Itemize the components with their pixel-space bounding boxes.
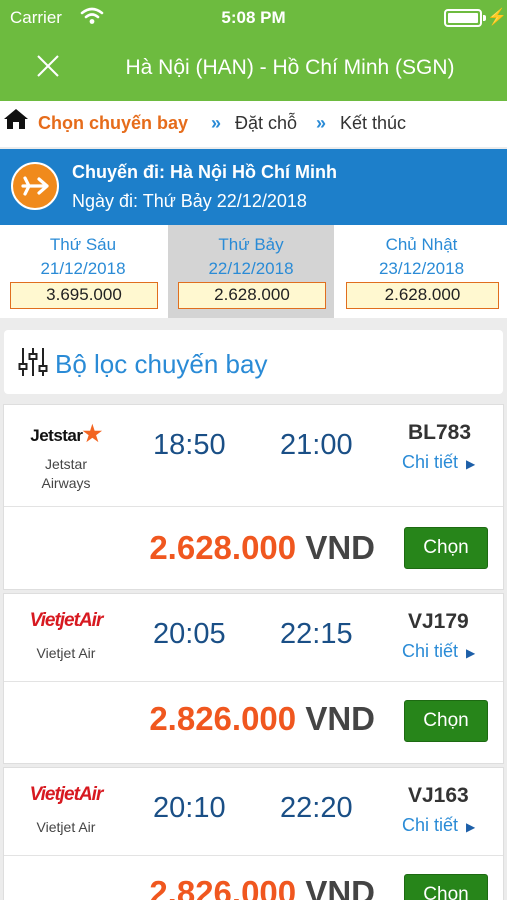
charging-icon: ⚡	[487, 9, 507, 26]
star-icon: ★	[82, 421, 103, 446]
close-icon	[37, 55, 59, 77]
airline-logo: VietjetAir	[29, 784, 104, 805]
card-divider	[4, 681, 503, 682]
day-name: Chủ Nhật	[385, 235, 458, 254]
day-price: 2.628.000	[178, 282, 326, 309]
close-button[interactable]	[30, 50, 66, 86]
page-title: Hà Nội (HAN) - Hồ Chí Minh (SGN)	[125, 56, 455, 79]
departure-time: 18:50	[153, 429, 226, 461]
day-name: Thứ Bảy	[218, 235, 284, 254]
triangle-right-icon: ▶	[466, 820, 476, 834]
departure-time: 20:05	[153, 618, 226, 650]
price-currency: VND	[305, 874, 375, 900]
arrival-time: 22:20	[280, 792, 353, 824]
airline-name: Vietjet Air	[36, 819, 96, 835]
trip-date: Ngày đi: Thứ Bảy 22/12/2018	[72, 191, 307, 211]
airline-logo: VietjetAir	[29, 610, 104, 631]
filter-sliders-icon	[18, 346, 48, 383]
arrival-time: 22:15	[280, 618, 353, 650]
status-time: 5:08 PM	[221, 8, 286, 27]
airline-logo-text: Jetstar	[30, 426, 83, 445]
flight-card: VietjetAir Vietjet Air 20:10 22:20 VJ163…	[3, 767, 504, 900]
flight-price: 2.628.000 VND	[149, 529, 375, 567]
flight-detail-link[interactable]: Chi tiết ▶	[402, 815, 475, 836]
status-bar: Carrier 5:08 PM ⚡	[0, 0, 507, 36]
battery-icon	[444, 9, 486, 27]
day-option-friday[interactable]: Thứ Sáu 21/12/2018 3.695.000	[0, 225, 166, 318]
flight-card: VietjetAir Vietjet Air 20:05 22:15 VJ179…	[3, 593, 504, 764]
card-divider	[4, 506, 503, 507]
day-date: 23/12/2018	[378, 259, 465, 278]
day-option-sunday[interactable]: Chủ Nhật 23/12/2018 2.628.000	[336, 225, 507, 318]
breadcrumb-chevron-icon: »	[316, 113, 327, 133]
app-header: Carrier 5:08 PM ⚡ Hà Nội (HAN) - Hồ Chí …	[0, 0, 507, 101]
filter-label: Bộ lọc chuyến bay	[55, 349, 268, 379]
price-amount: 2.826.000	[149, 874, 297, 900]
flight-detail-link[interactable]: Chi tiết ▶	[402, 452, 475, 473]
detail-label: Chi tiết	[402, 641, 459, 661]
breadcrumb-chevron-icon: »	[211, 113, 222, 133]
choose-flight-button[interactable]: Chọn	[404, 874, 488, 900]
breadcrumb-step-select-flight: Chọn chuyến bay	[38, 113, 189, 133]
flight-code: VJ163	[408, 784, 469, 807]
plane-icon	[11, 162, 59, 210]
airline-name: Vietjet Air	[36, 645, 96, 661]
card-divider	[4, 855, 503, 856]
airline-logo: Jetstar★	[18, 421, 114, 447]
day-price: 2.628.000	[346, 282, 499, 309]
flight-price: 2.826.000 VND	[149, 874, 375, 900]
breadcrumb: Chọn chuyến bay » Đặt chỗ » Kết thúc	[0, 101, 507, 147]
trip-route: Chuyến đi: Hà Nội Hồ Chí Minh	[72, 162, 337, 182]
trip-info-bar: Chuyến đi: Hà Nội Hồ Chí Minh Ngày đi: T…	[0, 149, 507, 225]
price-amount: 2.826.000	[149, 700, 297, 737]
day-name: Thứ Sáu	[49, 235, 117, 254]
arrival-time: 21:00	[280, 429, 353, 461]
breadcrumb-step-booking: Đặt chỗ	[235, 113, 298, 133]
flight-code: BL783	[408, 421, 472, 444]
day-price: 3.695.000	[10, 282, 158, 309]
flight-detail-link[interactable]: Chi tiết ▶	[402, 641, 475, 662]
departure-time: 20:10	[153, 792, 226, 824]
home-icon[interactable]	[3, 107, 29, 136]
choose-flight-button[interactable]: Chọn	[404, 527, 488, 569]
breadcrumb-step-finish: Kết thúc	[340, 113, 407, 133]
triangle-right-icon: ▶	[466, 646, 476, 660]
price-amount: 2.628.000	[149, 529, 297, 566]
day-date: 22/12/2018	[208, 259, 294, 278]
day-date: 21/12/2018	[40, 259, 126, 278]
choose-flight-button[interactable]: Chọn	[404, 700, 488, 742]
airline-name: Jetstar Airways	[41, 456, 91, 491]
price-currency: VND	[305, 529, 375, 566]
flight-code: VJ179	[408, 610, 469, 633]
detail-label: Chi tiết	[402, 815, 459, 835]
triangle-right-icon: ▶	[466, 457, 476, 471]
day-option-saturday[interactable]: Thứ Bảy 22/12/2018 2.628.000	[168, 225, 334, 318]
price-currency: VND	[305, 700, 375, 737]
detail-label: Chi tiết	[402, 452, 459, 472]
date-selector: Thứ Sáu 21/12/2018 3.695.000 Thứ Bảy 22/…	[0, 225, 507, 318]
flight-price: 2.826.000 VND	[149, 700, 375, 738]
flight-filter-button[interactable]: Bộ lọc chuyến bay	[4, 330, 503, 394]
flight-card: Jetstar★ Jetstar Airways 18:50 21:00 BL7…	[3, 404, 504, 590]
